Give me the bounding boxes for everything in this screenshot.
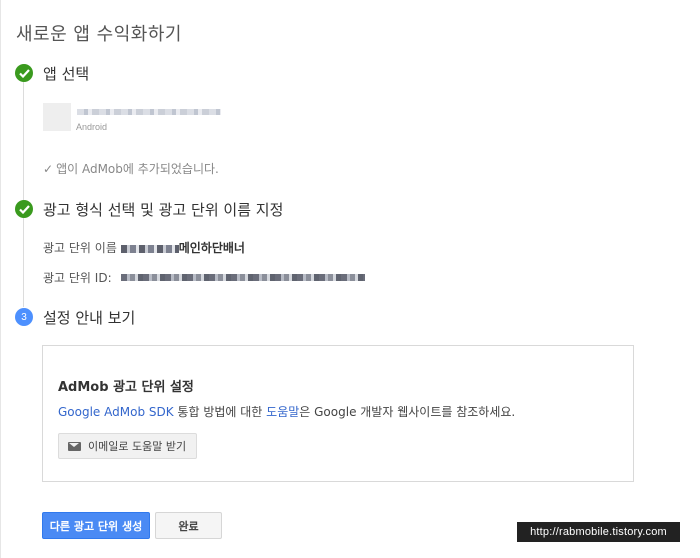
app-added-text: 앱이 AdMob에 추가되었습니다.: [56, 162, 219, 176]
step-title-select-app: 앱 선택: [43, 65, 90, 83]
app-platform: Android: [76, 122, 108, 132]
step-complete-check-icon: [15, 64, 33, 82]
email-help-button[interactable]: 이메일로 도움말 받기: [58, 433, 198, 459]
help-link[interactable]: 도움말: [266, 405, 299, 419]
step-connector-line: [23, 82, 24, 200]
ad-unit-name-label: 광고 단위 이름: [43, 241, 117, 255]
ad-unit-name-value: 메인하단배너: [178, 241, 245, 255]
redacted-ad-unit-name: [120, 244, 179, 253]
setup-guide-panel: AdMob 광고 단위 설정 Google AdMob SDK 통합 방법에 대…: [42, 345, 634, 482]
step-number-badge: 3: [15, 308, 33, 326]
setup-guide-description: Google AdMob SDK 통합 방법에 대한 도움말은 Google 개…: [58, 403, 515, 420]
ad-unit-id-row: 광고 단위 ID:: [43, 269, 112, 286]
step-connector-line: [23, 218, 24, 307]
ad-unit-id-label: 광고 단위 ID:: [43, 271, 112, 285]
check-icon: ✓: [43, 162, 54, 176]
step-title-setup-guide: 설정 안내 보기: [43, 309, 136, 327]
ad-unit-name-row: 광고 단위 이름 메인하단배너: [43, 239, 245, 256]
redacted-ad-unit-id: [121, 274, 365, 281]
email-help-label: 이메일로 도움말 받기: [88, 440, 187, 453]
page-title: 새로운 앱 수익화하기: [16, 24, 182, 45]
app-icon: [43, 103, 71, 131]
app-added-message: ✓ 앱이 AdMob에 추가되었습니다.: [43, 160, 219, 177]
redacted-app-name: [77, 109, 221, 115]
blog-watermark: http://rabmobile.tistory.com: [517, 522, 680, 542]
step-title-ad-format: 광고 형식 선택 및 광고 단위 이름 지정: [43, 201, 284, 219]
create-another-ad-unit-button[interactable]: 다른 광고 단위 생성: [42, 512, 150, 539]
desc-text-1: 통합 방법에 대한: [173, 405, 267, 419]
admob-monetize-page: 새로운 앱 수익화하기 앱 선택 Android ✓ 앱이 AdMob에 추가되었…: [0, 0, 700, 558]
envelope-icon: [68, 441, 81, 451]
setup-guide-title: AdMob 광고 단위 설정: [58, 380, 194, 395]
desc-text-2: 은 Google 개발자 웹사이트를 참조하세요.: [299, 405, 516, 419]
sdk-link[interactable]: Google AdMob SDK: [58, 405, 174, 419]
step-complete-check-icon: [15, 200, 33, 218]
done-button[interactable]: 완료: [155, 512, 222, 539]
